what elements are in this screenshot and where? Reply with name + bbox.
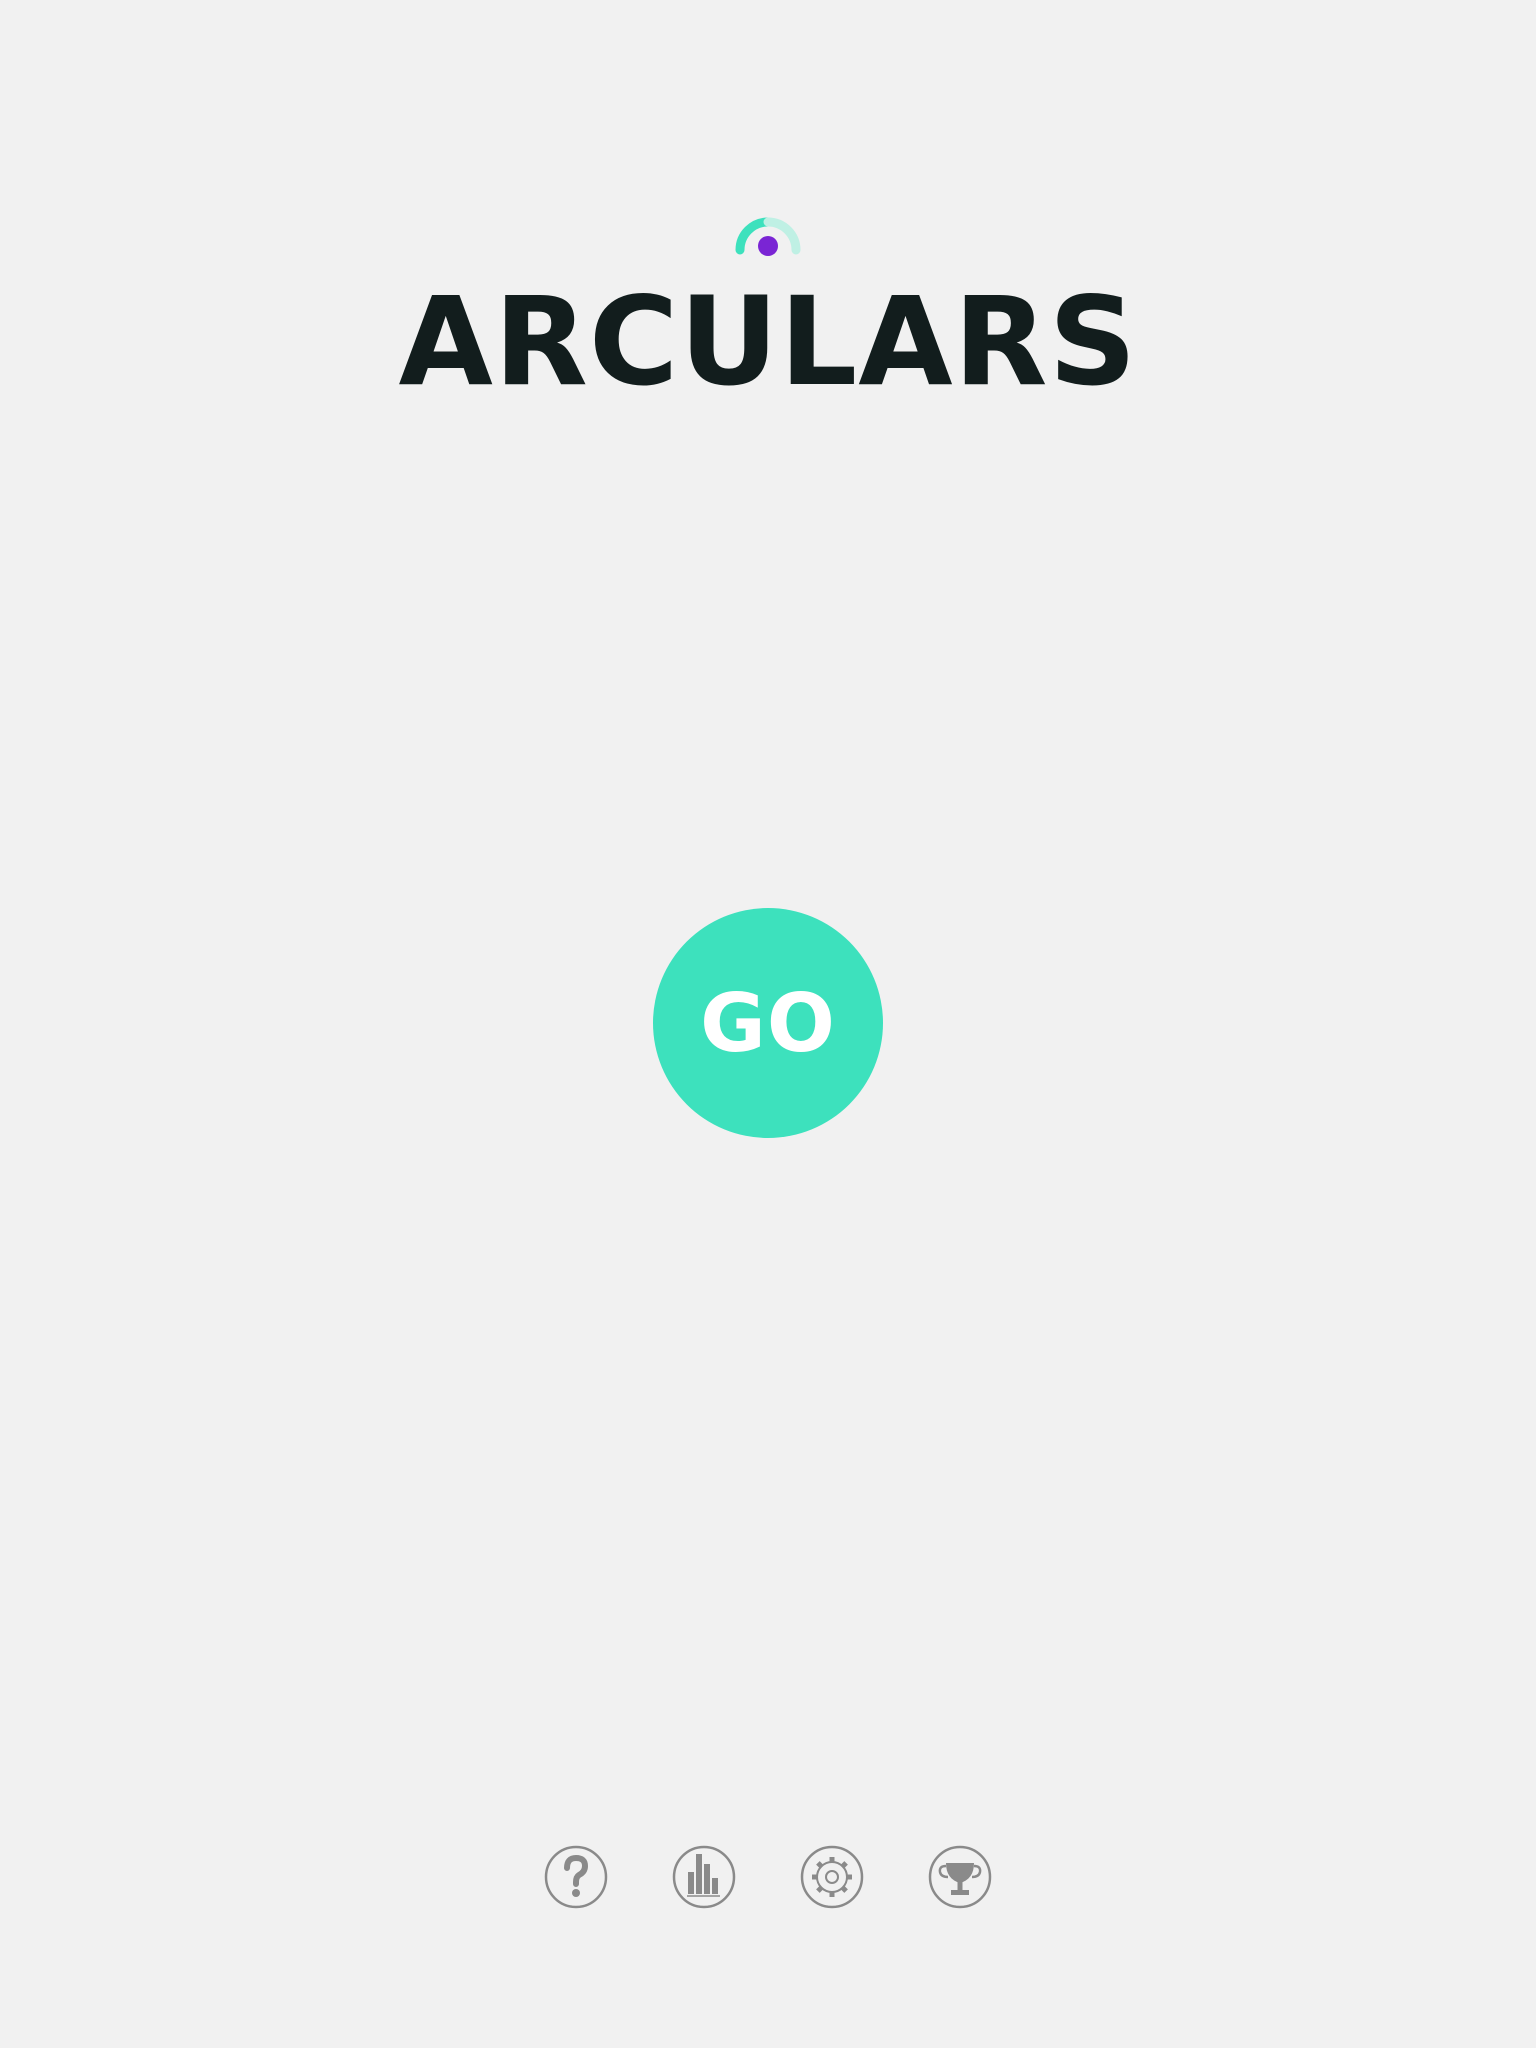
settings-icon (800, 1845, 864, 1909)
arc-dot-logo-icon (735, 217, 801, 256)
help-button[interactable] (544, 1845, 608, 1909)
trophy-button[interactable] (928, 1845, 992, 1909)
go-button[interactable]: GO (653, 908, 883, 1138)
app-title: ARCULARS (398, 271, 1138, 413)
stats-button[interactable] (672, 1845, 736, 1909)
settings-button[interactable] (800, 1845, 864, 1909)
bottom-nav (0, 1845, 1536, 1909)
stats-icon (672, 1845, 736, 1909)
help-icon (544, 1845, 608, 1909)
go-button-label: GO (700, 976, 836, 1070)
trophy-icon (928, 1845, 992, 1909)
